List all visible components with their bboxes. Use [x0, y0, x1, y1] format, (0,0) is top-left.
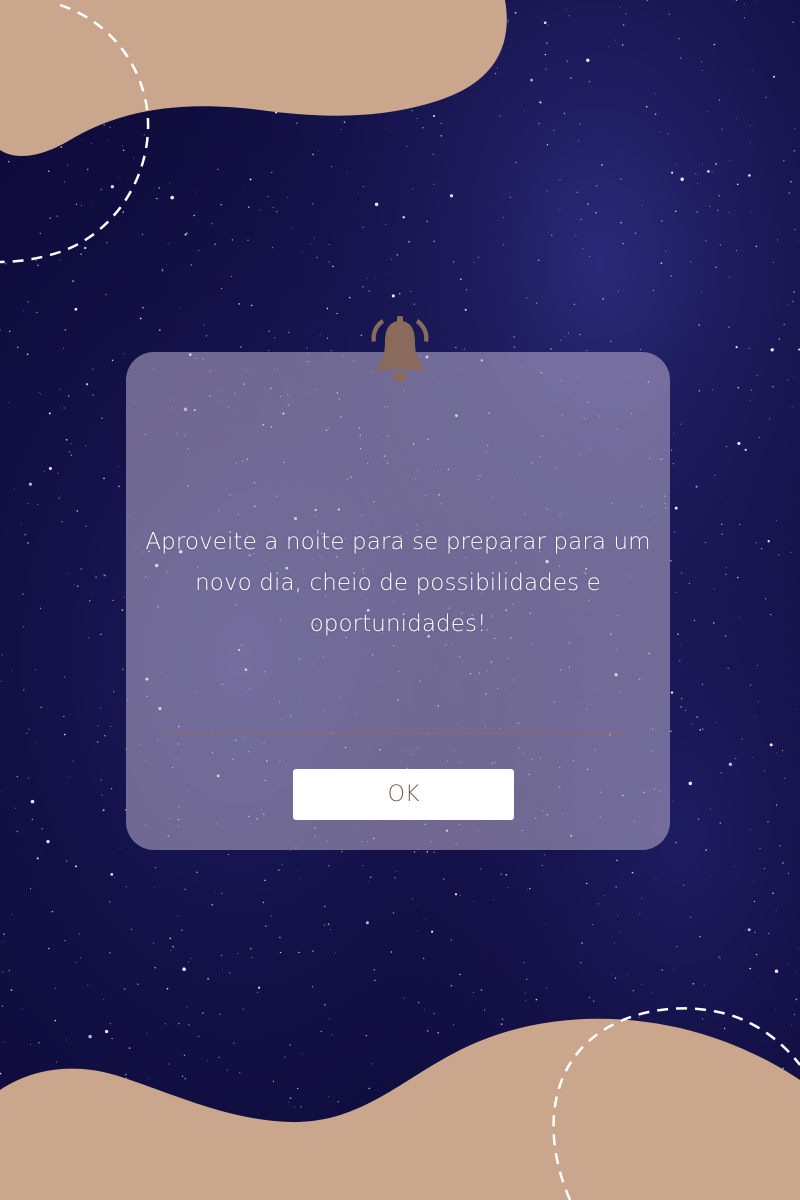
dialog-divider [164, 732, 622, 733]
notification-dialog: Aproveite a noite para se preparar para … [126, 352, 670, 850]
bell-icon [371, 316, 429, 382]
dialog-message: Aproveite a noite para se preparar para … [145, 529, 651, 637]
ok-button[interactable]: OK [293, 769, 514, 820]
notification-screen: Aproveite a noite para se preparar para … [0, 0, 800, 1200]
